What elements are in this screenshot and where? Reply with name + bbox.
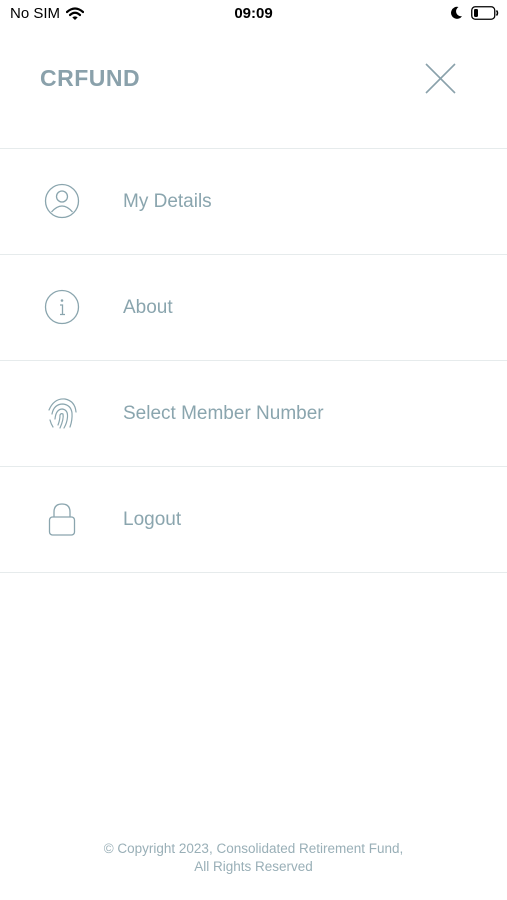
fingerprint-icon (48, 398, 77, 429)
menu-item-logout[interactable]: Logout (0, 467, 507, 573)
carrier-label: No SIM (10, 5, 61, 22)
side-menu: My Details About Select Member Number Lo… (0, 149, 507, 573)
menu-label-logout: Logout (123, 509, 182, 530)
copyright-footer: © Copyright 2023, Consolidated Retiremen… (0, 840, 507, 876)
user-icon (44, 183, 80, 219)
moon-icon (451, 6, 462, 19)
close-button[interactable] (420, 58, 462, 100)
battery-icon (471, 6, 499, 20)
brand-logo: CRFUND (40, 65, 141, 91)
wifi-icon (66, 6, 85, 20)
menu-item-select-member-number[interactable]: Select Member Number (0, 361, 507, 467)
copyright-line-1: © Copyright 2023, Consolidated Retiremen… (103, 841, 404, 856)
lock-icon (48, 503, 76, 536)
menu-label-about: About (123, 297, 173, 318)
menu-item-about[interactable]: About (0, 255, 507, 361)
menu-item-my-details[interactable]: My Details (0, 149, 507, 255)
menu-label-select-member-number: Select Member Number (123, 403, 324, 424)
menu-label-my-details: My Details (123, 191, 212, 212)
menu-header: CRFUND (0, 30, 507, 149)
copyright-line-2: All Rights Reserved (194, 859, 313, 874)
info-icon (44, 289, 80, 325)
status-left: No SIM (10, 5, 85, 22)
status-bar: No SIM 09:09 (0, 0, 507, 30)
close-icon (425, 63, 456, 94)
status-right (450, 6, 499, 20)
